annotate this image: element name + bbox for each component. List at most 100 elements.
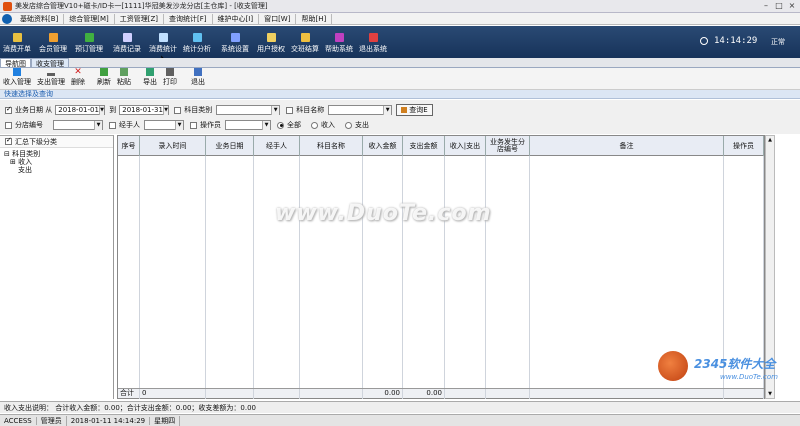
print-icon [166,68,174,76]
col-income[interactable]: 收入金额 [363,136,403,156]
analysis-icon [192,33,202,42]
expense-manage-button[interactable]: 支出管理 [34,68,68,89]
print-button[interactable]: 打印 [160,68,180,89]
col-branch[interactable]: 业务发生分店编号 [486,136,530,156]
sub-toolbar: 收入管理 支出管理 ✕ 删除 刷新 粘贴 导出 打印 退出 [0,68,800,90]
menu-bar: 基础资料[B] 综合管理[M] 工资管理[Z] 查询统计[F] 维护中心[I] … [0,13,800,25]
col-biz-date[interactable]: 业务日期 [206,136,254,156]
branch-select[interactable]: ▼ [53,120,103,130]
delete-button[interactable]: ✕ 删除 [68,68,88,89]
export-button[interactable]: 导出 [140,68,160,89]
consume-record-button[interactable]: 消费记录 [113,26,141,58]
operator-label: 操作员 [200,121,221,129]
col-entry-time[interactable]: 录入时间 [140,136,206,156]
clock: 14:14:29 [700,36,757,46]
analysis-button[interactable]: 统计分析 [183,26,211,58]
menu-item-manage[interactable]: 综合管理[M] [64,13,115,24]
col-index[interactable]: 序号 [118,136,140,156]
menu-item-query[interactable]: 查询统计[F] [164,13,213,24]
menu-item-salary[interactable]: 工资管理[Z] [115,13,165,24]
summary-label: 汇总下级分类 [15,137,57,146]
subject-select[interactable]: ▼ [328,105,393,115]
title-bar: 美发店综合管理V10+磁卡/ID卡一[1111]华冠美发沙龙分店[主仓库] - … [0,0,800,13]
category-tree-panel: 汇总下级分类 ⊟ 科目类别 ⊞ 收入 支出 [0,135,114,399]
paste-button[interactable]: 粘贴 [114,68,134,89]
query-icon [401,107,408,113]
filter-row-1: 业务日期 从 2018-01-01▼ 到 2018-01-31▼ 科目类别 ▼ … [0,103,433,117]
menu-item-window[interactable]: 窗口[W] [259,13,297,24]
order-icon [12,33,22,42]
exit-system-button[interactable]: 退出系统 [359,26,387,58]
status-weekday: 星期四 [150,415,181,426]
shift-icon [300,33,310,42]
col-operator[interactable]: 操作员 [724,136,764,156]
menu-item-maintain[interactable]: 维护中心[I] [213,13,260,24]
grid-header: 序号 录入时间 业务日期 经手人 科目名称 收入金额 支出金额 收入|支出 业务… [118,136,764,156]
radio-expense-label: 支出 [355,121,369,129]
income-manage-button[interactable]: 收入管理 [0,68,34,89]
help-system-button[interactable]: 帮助系统 [325,26,353,58]
col-subject[interactable]: 科目名称 [300,136,363,156]
user-auth-button[interactable]: 用户授权 [257,26,285,58]
member-manage-button[interactable]: 会员管理 [39,26,67,58]
record-icon [122,33,132,42]
main-toolbar: 消费开单 会员管理 预订管理 消费记录 消费统计 统计分析 系统设置 用户授权 … [0,26,800,58]
col-handler[interactable]: 经手人 [254,136,300,156]
subject-label: 科目名称 [296,106,325,114]
operator-select[interactable]: ▼ [225,120,271,130]
chevron-down-icon: ▼ [271,105,280,115]
help-icon [334,33,344,42]
app-icon [3,1,12,11]
maximize-icon[interactable]: □ [773,1,785,11]
scroll-up-icon[interactable]: ▲ [766,136,774,144]
date-from-select[interactable]: 2018-01-01 ▼ [55,105,106,115]
watermark-logo: 2345软件大全 www.DuoTe.com [650,345,800,400]
subject-checkbox[interactable] [286,106,294,114]
window-title: 美发店综合管理V10+磁卡/ID卡一[1111]华冠美发沙龙分店[主仓库] - … [15,2,268,10]
handler-select[interactable]: ▼ [144,120,184,130]
filter-panel: 业务日期 从 2018-01-01▼ 到 2018-01-31▼ 科目类别 ▼ … [0,100,800,134]
col-remark[interactable]: 备注 [530,136,724,156]
handler-checkbox[interactable] [109,121,116,129]
handler-label: 经手人 [119,121,140,129]
plus-icon [13,68,21,76]
col-type[interactable]: 收入|支出 [445,136,486,156]
tree-node-root[interactable]: ⊟ 科目类别 [4,150,113,158]
radio-income[interactable] [311,121,318,129]
menu-item-basic[interactable]: 基础资料[B] [15,13,65,24]
exit-icon [368,33,378,42]
col-expense[interactable]: 支出金额 [403,136,445,156]
close-icon[interactable]: × [786,1,798,11]
status-db: ACCESS [0,416,37,425]
date-to-select[interactable]: 2018-01-31 ▼ [119,105,170,115]
chevron-down-icon: ▼ [175,120,183,130]
category-select[interactable]: ▼ [216,105,281,115]
category-checkbox[interactable] [174,106,182,114]
menu-item-help[interactable]: 帮助[H] [296,13,333,24]
member-icon [48,33,58,42]
query-button[interactable]: 查询E [396,104,433,116]
tab-income-expense[interactable]: 收支管理 [31,58,69,68]
system-settings-button[interactable]: 系统设置 [221,26,249,58]
summary-checkbox[interactable] [5,136,12,145]
radio-all-label: 全部 [287,121,301,129]
shift-settle-button[interactable]: 交班结算 [291,26,319,58]
footer-income: 0.00 [363,389,403,399]
radio-all[interactable] [277,121,284,129]
summary-bar: 收入支出说明： 合计收入金额：0.00；合计支出金额：0.00；收支差额为：0.… [0,401,800,413]
branch-checkbox[interactable] [5,121,12,129]
consume-order-button[interactable]: 消费开单 [3,26,31,58]
chevron-down-icon: ▼ [94,120,102,130]
window-controls: – □ × [759,1,798,11]
radio-expense[interactable] [345,121,352,129]
exit-button[interactable]: 退出 [188,68,208,89]
tab-navigation[interactable]: 导航图 [0,58,31,68]
minimize-icon[interactable]: – [760,1,772,11]
operator-checkbox[interactable] [190,121,197,129]
tree-node-income[interactable]: ⊞ 收入 [4,158,113,166]
refresh-button[interactable]: 刷新 [94,68,114,89]
tree-node-expense[interactable]: 支出 [4,166,113,174]
exit-door-icon [194,68,202,76]
date-checkbox[interactable] [5,105,12,114]
booking-manage-button[interactable]: 预订管理 [75,26,103,58]
